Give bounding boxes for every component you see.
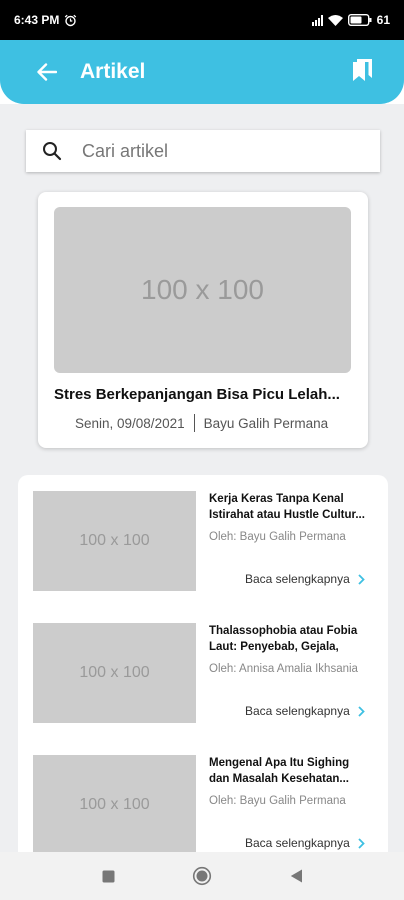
bookmarks-icon [353, 59, 372, 81]
arrow-left-icon [37, 63, 57, 81]
signal-icon [311, 14, 323, 26]
read-more-link[interactable]: Baca selengkapnya [245, 704, 365, 718]
featured-article-card[interactable]: 100 x 100 Stres Berkepanjangan Bisa Picu… [38, 192, 368, 448]
featured-article-title: Stres Berkepanjangan Bisa Picu Lelah... [54, 386, 340, 403]
read-more-label: Baca selengkapnya [245, 836, 350, 850]
article-author: Oleh: Bayu Galih Permana [209, 795, 346, 807]
alarm-icon [65, 14, 77, 26]
recents-button[interactable] [98, 866, 118, 886]
featured-article-author: Bayu Galih Permana [203, 415, 329, 431]
article-author: Oleh: Bayu Galih Permana [209, 531, 346, 543]
article-list: 100 x 100 Kerja Keras Tanpa Kenal Istira… [18, 475, 388, 852]
back-triangle-icon [290, 869, 302, 883]
search-input[interactable] [82, 140, 362, 162]
featured-article-date: Senin, 09/08/2021 [75, 415, 185, 431]
list-item[interactable]: 100 x 100 Mengenal Apa Itu Sighing dan M… [33, 755, 378, 852]
system-nav-bar [0, 852, 404, 900]
article-title: Kerja Keras Tanpa Kenal Istirahat atau H… [209, 493, 365, 521]
page-title: Artikel [80, 60, 146, 83]
chevron-right-icon [358, 573, 365, 585]
chevron-right-icon [358, 705, 365, 717]
battery-level: 61 [376, 13, 390, 27]
meta-divider [193, 414, 195, 432]
app-bar: Artikel [0, 40, 404, 104]
article-title: Mengenal Apa Itu Sighing dan Masalah Kes… [209, 757, 350, 785]
bookmarks-button[interactable] [352, 58, 376, 84]
home-button[interactable] [192, 866, 212, 886]
list-item[interactable]: 100 x 100 Kerja Keras Tanpa Kenal Istira… [33, 491, 378, 611]
battery-icon [347, 14, 372, 26]
article-image: 100 x 100 [33, 755, 196, 852]
list-item[interactable]: 100 x 100 Thalassophobia atau Fobia Laut… [33, 623, 378, 743]
read-more-link[interactable]: Baca selengkapnya [245, 572, 365, 586]
status-bar: 6:43 PM 61 [0, 0, 404, 40]
featured-article-image: 100 x 100 [54, 207, 351, 373]
wifi-icon [327, 14, 343, 26]
article-image: 100 x 100 [33, 491, 196, 591]
content-area: 100 x 100 Stres Berkepanjangan Bisa Picu… [0, 104, 404, 852]
search-bar[interactable] [26, 130, 380, 172]
status-time: 6:43 PM [14, 13, 60, 27]
chevron-right-icon [358, 837, 365, 849]
featured-article-meta: Senin, 09/08/2021 Bayu Galih Permana [75, 414, 328, 432]
read-more-label: Baca selengkapnya [245, 704, 350, 718]
read-more-link[interactable]: Baca selengkapnya [245, 836, 365, 850]
article-image: 100 x 100 [33, 623, 196, 723]
home-circle-icon [192, 866, 212, 886]
article-author: Oleh: Annisa Amalia Ikhsania [209, 663, 358, 675]
back-button[interactable] [28, 53, 66, 91]
read-more-label: Baca selengkapnya [245, 572, 350, 586]
article-title: Thalassophobia atau Fobia Laut: Penyebab… [209, 625, 358, 653]
back-nav-button[interactable] [286, 866, 306, 886]
recents-square-icon [102, 870, 114, 882]
search-icon [43, 142, 62, 161]
